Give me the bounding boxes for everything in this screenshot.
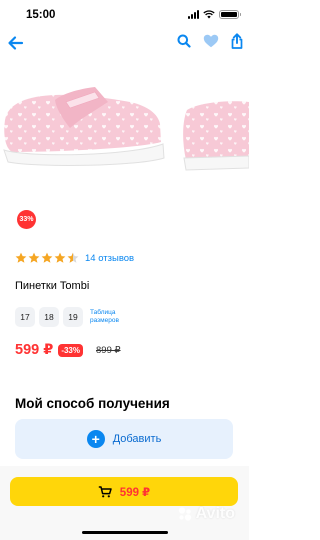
- home-indicator: [82, 531, 168, 534]
- old-price: 899 ₽: [96, 344, 121, 356]
- add-delivery-label: Добавить: [112, 433, 162, 445]
- discount-pill: -33%: [58, 343, 83, 357]
- status-icons: [188, 10, 241, 19]
- heart-icon[interactable]: [203, 34, 219, 48]
- price-row: 599 ₽ -33% 899 ₽: [15, 342, 121, 358]
- star-icon: [54, 252, 66, 263]
- reviews-link[interactable]: 14 отзывов: [85, 253, 134, 264]
- size-table-link[interactable]: Таблица размеров: [90, 309, 130, 325]
- size-chip[interactable]: 19: [63, 307, 83, 327]
- search-icon[interactable]: [177, 34, 191, 48]
- plus-icon: +: [86, 430, 105, 448]
- buy-button[interactable]: 599 ₽: [10, 477, 238, 506]
- baby-shoe-image: [3, 87, 249, 171]
- status-time: 15:00: [26, 9, 56, 21]
- star-half-icon: [67, 252, 79, 263]
- cart-icon: [98, 485, 112, 497]
- size-chip[interactable]: 17: [15, 307, 35, 327]
- size-selector: 17 18 19 Таблица размеров: [15, 307, 130, 327]
- delivery-heading: Мой способ получения: [15, 396, 170, 411]
- buy-price: 599 ₽: [119, 486, 151, 499]
- current-price: 599 ₽: [15, 342, 54, 358]
- wifi-icon: [203, 10, 215, 19]
- share-icon[interactable]: [231, 33, 243, 49]
- avito-watermark: Avito: [177, 505, 235, 523]
- signal-icon: [188, 10, 199, 19]
- avito-logo-icon: [178, 507, 191, 521]
- add-delivery-button[interactable]: + Добавить: [15, 419, 233, 459]
- product-photo[interactable]: [0, 62, 249, 192]
- nav-actions: [177, 33, 243, 49]
- discount-badge: 33%: [17, 210, 36, 229]
- product-title: Пинетки Tombi: [15, 280, 90, 292]
- star-icon: [28, 252, 40, 263]
- battery-icon: [219, 10, 241, 19]
- back-button[interactable]: [6, 33, 26, 53]
- size-chip[interactable]: 18: [39, 307, 59, 327]
- star-icon: [15, 252, 27, 263]
- watermark-text: Avito: [195, 505, 235, 522]
- star-icon: [41, 252, 53, 263]
- rating-row[interactable]: 14 отзывов: [15, 252, 134, 264]
